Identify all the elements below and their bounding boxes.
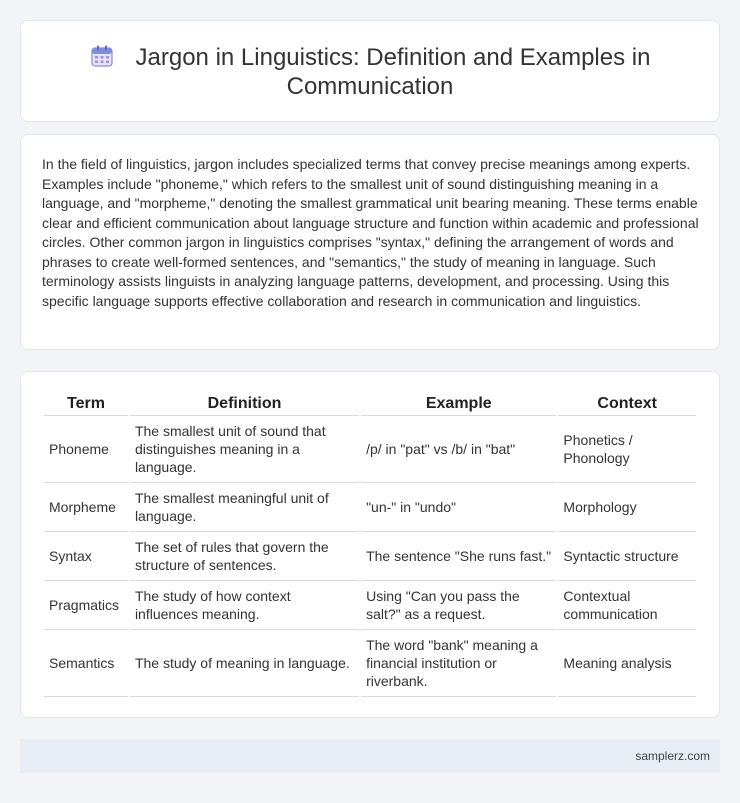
cell-example: The sentence "She runs fast." <box>361 532 557 581</box>
table-row: Semantics The study of meaning in langua… <box>44 630 696 697</box>
cell-example: Using "Can you pass the salt?" as a requ… <box>361 581 557 630</box>
cell-definition: The study of how context influences mean… <box>129 581 360 630</box>
cell-context: Contextual communication <box>558 581 696 630</box>
cell-context: Meaning analysis <box>558 630 696 697</box>
title-card: Jargon in Linguistics: Definition and Ex… <box>20 20 720 122</box>
footer-bar: samplerz.com <box>20 739 720 773</box>
header-context: Context <box>558 392 696 416</box>
header-example: Example <box>361 392 557 416</box>
cell-example: The word "bank" meaning a financial inst… <box>361 630 557 697</box>
cell-definition: The study of meaning in language. <box>129 630 360 697</box>
cell-context: Phonetics / Phonology <box>558 416 696 483</box>
cell-example: /p/ in "pat" vs /b/ in "bat" <box>361 416 557 483</box>
header-term: Term <box>44 392 128 416</box>
cell-term: Syntax <box>44 532 128 581</box>
table-row: Syntax The set of rules that govern the … <box>44 532 696 581</box>
header-definition: Definition <box>129 392 360 416</box>
cell-term: Phoneme <box>44 416 128 483</box>
intro-paragraph: In the field of linguistics, jargon incl… <box>42 156 699 309</box>
cell-term: Pragmatics <box>44 581 128 630</box>
jargon-table: Term Definition Example Context Phoneme … <box>42 392 698 697</box>
cell-definition: The smallest meaningful unit of language… <box>129 483 360 532</box>
cell-definition: The smallest unit of sound that distingu… <box>129 416 360 483</box>
cell-term: Morpheme <box>44 483 128 532</box>
title-line-1: Jargon in Linguistics: Definition and Ex… <box>135 44 651 71</box>
calendar-icon <box>90 45 113 67</box>
page-title: Jargon in Linguistics: Definition and Ex… <box>21 43 719 101</box>
intro-card: In the field of linguistics, jargon incl… <box>20 134 720 350</box>
table-card: Term Definition Example Context Phoneme … <box>20 371 720 718</box>
cell-context: Syntactic structure <box>558 532 696 581</box>
table-row: Phoneme The smallest unit of sound that … <box>44 416 696 483</box>
title-line-2: Communication <box>286 73 454 100</box>
cell-definition: The set of rules that govern the structu… <box>129 532 360 581</box>
table-header-row: Term Definition Example Context <box>44 392 696 416</box>
cell-term: Semantics <box>44 630 128 697</box>
cell-context: Morphology <box>558 483 696 532</box>
cell-example: "un-" in "undo" <box>361 483 557 532</box>
table-row: Pragmatics The study of how context infl… <box>44 581 696 630</box>
table-row: Morpheme The smallest meaningful unit of… <box>44 483 696 532</box>
site-credit-link[interactable]: samplerz.com <box>635 749 710 763</box>
